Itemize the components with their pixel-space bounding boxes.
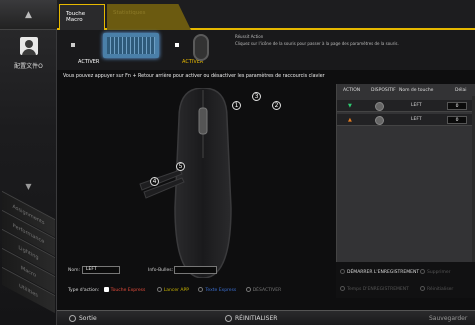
tab-statistics[interactable]: Statistiques — [107, 4, 191, 30]
instruction-text: Vous pouvez appuyer sur Fn + Retour arri… — [63, 74, 325, 79]
col-device: DISPOSITIF — [371, 87, 396, 93]
profile-label: 配置文件O — [14, 63, 43, 70]
col-action: ACTION — [343, 87, 361, 93]
record-time-button[interactable]: Temps D'ENREGISTREMENT — [340, 286, 409, 292]
key-name: LEFT — [411, 103, 422, 108]
delete-button[interactable]: Supprimer — [420, 269, 451, 275]
type-disable[interactable]: DÉSACTIVER — [245, 287, 282, 293]
user-icon — [19, 37, 38, 55]
type-text-label: Texte Express — [205, 288, 237, 293]
type-hotkey-label: Touche Express — [110, 288, 146, 293]
exit-icon — [69, 315, 76, 322]
type-launch-app[interactable]: Lancer APP — [156, 287, 189, 293]
delete-icon — [420, 269, 425, 274]
name-row: Nom: LEFT Info-Bulles: — [68, 266, 217, 274]
sidebar-tabs: Assignments Performance Lighting Macro U… — [2, 190, 55, 314]
macro-list-header: ACTION DISPOSITIF Nom de touche Délai — [337, 84, 475, 96]
header-description: Réussit Action Cliquez sur l'icône de la… — [235, 33, 471, 47]
save-label: Sauvegarder — [429, 315, 468, 322]
toggle-indicator — [71, 43, 75, 47]
reset-list-label: Réinitialiser — [427, 287, 454, 292]
key-down-icon: ▼ — [348, 103, 352, 109]
start-record-button[interactable]: DÉMARRER L'ENREGISTREMENT — [340, 269, 419, 275]
timer-icon — [340, 286, 345, 291]
tooltip-input[interactable] — [174, 266, 217, 274]
sidebar: ▲ 配置文件O ▼ Assignments Performance Lighti… — [0, 0, 57, 325]
radio-icon — [245, 287, 251, 292]
key-name: LEFT — [411, 117, 422, 122]
col-key: Nom de touche — [399, 87, 434, 93]
tab-bar: Touche Macro Statistiques — [57, 0, 475, 30]
mouse-button-4[interactable]: 4 — [150, 177, 159, 186]
action-type-row: Type d'action: Touche Express Lancer APP… — [68, 287, 281, 293]
record-icon — [340, 269, 345, 274]
start-record-label: DÉMARRER L'ENREGISTREMENT — [347, 270, 420, 275]
device-header: ACTIVER ACTIVER Réussit Action Cliquez s… — [57, 30, 475, 70]
exit-button[interactable]: Sortie — [69, 315, 97, 322]
table-row[interactable]: ▼ LEFT 0 — [337, 100, 475, 112]
mouse-button-1[interactable]: 1 — [232, 101, 241, 110]
toggle-indicator — [175, 43, 179, 47]
app-window: ▲ 配置文件O ▼ Assignments Performance Lighti… — [0, 0, 475, 325]
tooltip-label: Info-Bulles: — [148, 268, 174, 273]
type-disable-label: DÉSACTIVER — [252, 288, 282, 293]
mouse-button-3[interactable]: 3 — [252, 92, 261, 101]
checkbox-icon — [103, 287, 109, 292]
tab-macro-key[interactable]: Touche Macro — [59, 4, 105, 30]
reset-list-button[interactable]: Réinitialiser — [420, 286, 453, 292]
save-button[interactable]: Sauvegarder — [429, 315, 467, 322]
exit-label: Sortie — [79, 315, 97, 322]
mouse-button-2[interactable]: 2 — [272, 101, 281, 110]
reset-label: RÉINITIALISER — [235, 315, 278, 322]
delete-label: Supprimer — [427, 270, 451, 275]
mouse-icon[interactable] — [193, 34, 209, 61]
action-type-label: Type d'action: — [68, 288, 100, 293]
scroll-up-button[interactable]: ▲ — [0, 0, 57, 30]
description-title: Réussit Action — [235, 34, 264, 39]
keyboard-activate-label: ACTIVER — [78, 59, 100, 65]
mouse-device-icon — [375, 102, 384, 111]
description-body: Cliquez sur l'icône de la souris pour pa… — [235, 41, 399, 46]
delay-input[interactable]: 0 — [447, 116, 467, 124]
scroll-down-button[interactable]: ▼ — [0, 178, 57, 194]
reset-icon — [420, 286, 425, 291]
col-delay: Délai — [455, 87, 467, 93]
radio-icon — [198, 287, 204, 292]
footer-bar: Sortie RÉINITIALISER Sauvegarder — [57, 310, 475, 325]
mouse-button-5[interactable]: 5 — [176, 162, 185, 171]
reset-button[interactable]: RÉINITIALISER — [225, 315, 277, 322]
record-time-label: Temps D'ENREGISTREMENT — [347, 287, 409, 292]
profile-selector[interactable]: 配置文件O — [0, 30, 57, 80]
mouse-device-icon — [375, 116, 384, 125]
type-hotkey[interactable]: Touche Express — [103, 287, 146, 293]
keyboard-icon[interactable] — [103, 33, 159, 58]
radio-icon — [156, 287, 162, 292]
name-input[interactable]: LEFT — [82, 266, 120, 274]
record-controls: DÉMARRER L'ENREGISTREMENT Supprimer Temp… — [336, 262, 475, 298]
key-up-icon: ▲ — [348, 117, 352, 123]
delay-input[interactable]: 0 — [447, 102, 467, 110]
table-row[interactable]: ▲ LEFT 0 — [337, 114, 475, 126]
reset-icon — [225, 315, 232, 322]
type-launch-app-label: Lancer APP — [163, 288, 189, 293]
macro-list-panel: ACTION DISPOSITIF Nom de touche Délai ▼ … — [336, 84, 475, 262]
name-label: Nom: — [68, 268, 81, 273]
tab-statistics-label: Statistiques — [113, 10, 146, 16]
type-text[interactable]: Texte Express — [198, 287, 237, 293]
